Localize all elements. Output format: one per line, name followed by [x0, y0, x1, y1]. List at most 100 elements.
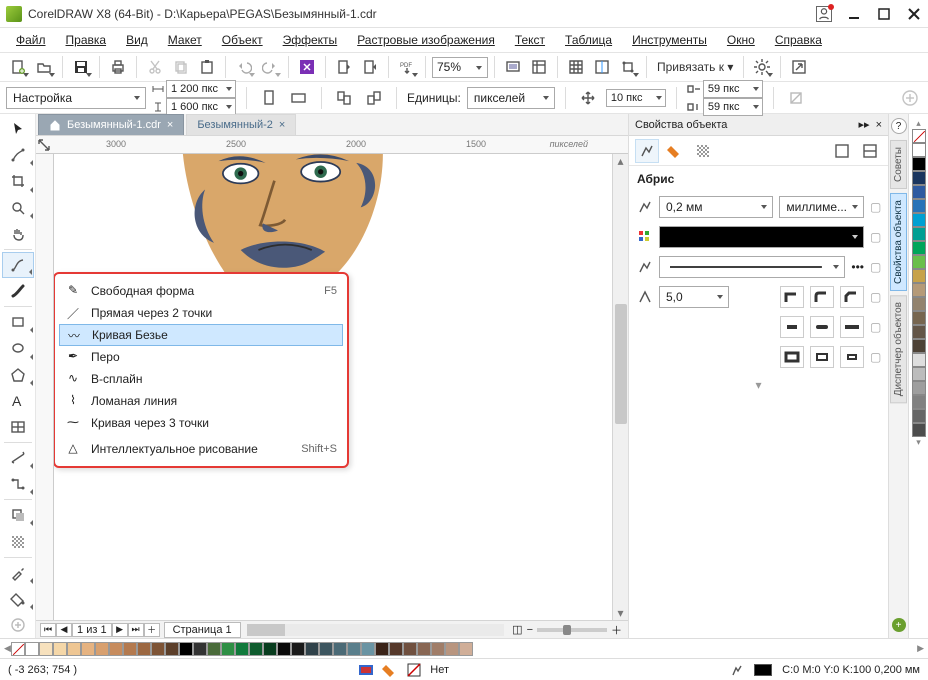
- menu-window[interactable]: Окно: [719, 31, 763, 49]
- portrait-button[interactable]: [257, 86, 281, 110]
- menu-help[interactable]: Справка: [767, 31, 830, 49]
- pick-tool[interactable]: [2, 116, 34, 142]
- flyout-pen[interactable]: ✒Перо: [55, 346, 347, 368]
- nudge-input[interactable]: 10 пкс: [606, 89, 666, 107]
- page-preset-select[interactable]: Настройка: [6, 87, 146, 109]
- publish-pdf-button[interactable]: PDF: [395, 55, 419, 79]
- hswatch[interactable]: [389, 642, 403, 656]
- hswatch[interactable]: [375, 642, 389, 656]
- ruler-horizontal[interactable]: 3000 2500 2000 1500 пикселей: [36, 136, 628, 154]
- outline-lock-icon[interactable]: ▢: [870, 200, 880, 214]
- zoom-nav-icon[interactable]: ◫: [512, 623, 522, 636]
- paste-button[interactable]: [195, 55, 219, 79]
- outline-tab-icon[interactable]: [635, 139, 659, 163]
- position-inside-button[interactable]: [840, 346, 864, 368]
- hswatch[interactable]: [81, 642, 95, 656]
- zoom-out-button[interactable]: −: [527, 624, 533, 636]
- dimension-tool[interactable]: [2, 445, 34, 471]
- outline-style-select[interactable]: [659, 256, 845, 278]
- menu-table[interactable]: Таблица: [557, 31, 620, 49]
- corner-miter-button[interactable]: [780, 286, 804, 308]
- tab-doc2[interactable]: Безымянный-2 ×: [186, 114, 296, 135]
- snap-to-dropdown[interactable]: Привязать к ▾: [653, 60, 737, 74]
- menu-layout[interactable]: Макет: [160, 31, 210, 49]
- docker-collapse-button[interactable]: ▸▸: [859, 118, 870, 131]
- ruler-vertical[interactable]: [36, 154, 54, 620]
- outline-settings-button[interactable]: •••: [851, 260, 864, 274]
- help-hint-icon[interactable]: ?: [891, 118, 907, 134]
- launch-button[interactable]: [787, 55, 811, 79]
- menu-text[interactable]: Текст: [507, 31, 553, 49]
- hswatch[interactable]: [67, 642, 81, 656]
- swatch[interactable]: [912, 143, 926, 157]
- artistic-media-tool[interactable]: [2, 278, 34, 304]
- zoom-in-button[interactable]: ＋: [611, 622, 622, 638]
- hswatch[interactable]: [95, 642, 109, 656]
- ellipse-tool[interactable]: [2, 335, 34, 361]
- connector-tool[interactable]: [2, 471, 34, 497]
- ruler-origin-icon[interactable]: [36, 137, 52, 153]
- swatch[interactable]: [912, 381, 926, 395]
- print-button[interactable]: [106, 55, 130, 79]
- swatch[interactable]: [912, 283, 926, 297]
- import-button[interactable]: [332, 55, 356, 79]
- hscroll-thumb[interactable]: [247, 624, 285, 636]
- hswatch[interactable]: [459, 642, 473, 656]
- pan-tool[interactable]: [2, 221, 34, 247]
- hswatch[interactable]: [333, 642, 347, 656]
- cap-round-button[interactable]: [810, 316, 834, 338]
- canvas[interactable]: ✎Свободная формаF5 ／Прямая через 2 точки…: [54, 154, 628, 620]
- swatch[interactable]: [912, 311, 926, 325]
- corner-bevel-button[interactable]: [840, 286, 864, 308]
- swatch[interactable]: [912, 227, 926, 241]
- swatch[interactable]: [912, 255, 926, 269]
- page-prev-button[interactable]: ◀: [56, 623, 72, 637]
- add-docker-icon[interactable]: +: [892, 618, 906, 632]
- page-last-button[interactable]: ⏭: [128, 623, 144, 637]
- outline-units-select[interactable]: миллиме...: [779, 196, 864, 218]
- text-tool[interactable]: A: [2, 388, 34, 414]
- account-icon[interactable]: [816, 6, 832, 22]
- hswatch[interactable]: [39, 642, 53, 656]
- position-outside-button[interactable]: [780, 346, 804, 368]
- swatch[interactable]: [912, 269, 926, 283]
- guides-button[interactable]: [590, 55, 614, 79]
- status-proof-icon[interactable]: [358, 663, 374, 677]
- hswatch[interactable]: [193, 642, 207, 656]
- drop-shadow-tool[interactable]: [2, 502, 34, 528]
- docker-mode2-icon[interactable]: [858, 139, 882, 163]
- landscape-button[interactable]: [287, 86, 311, 110]
- color-palette-horizontal[interactable]: ◀ ▶: [0, 638, 928, 658]
- hswatch[interactable]: [137, 642, 151, 656]
- crop-tool[interactable]: [2, 168, 34, 194]
- zoom-tool[interactable]: [2, 195, 34, 221]
- treat-as-filled-button[interactable]: [784, 86, 808, 110]
- hswatch[interactable]: [123, 642, 137, 656]
- copy-button[interactable]: [169, 55, 193, 79]
- swatch[interactable]: [912, 353, 926, 367]
- corner-round-button[interactable]: [810, 286, 834, 308]
- cut-button[interactable]: [143, 55, 167, 79]
- horizontal-scrollbar[interactable]: [247, 624, 505, 636]
- undo-button[interactable]: [232, 55, 256, 79]
- flyout-smart-drawing[interactable]: △Интеллектуальное рисованиеShift+S: [55, 438, 347, 460]
- swatch[interactable]: [912, 297, 926, 311]
- curve-tool[interactable]: [2, 252, 34, 278]
- hswatch[interactable]: [319, 642, 333, 656]
- hswatch[interactable]: [165, 642, 179, 656]
- polygon-tool[interactable]: [2, 362, 34, 388]
- dup-y-input[interactable]: 59 пкс: [703, 98, 763, 116]
- grid-button[interactable]: [564, 55, 588, 79]
- fill-tab-icon[interactable]: [663, 139, 687, 163]
- swatch[interactable]: [912, 339, 926, 353]
- cap-butt-button[interactable]: [780, 316, 804, 338]
- options-button[interactable]: [750, 55, 774, 79]
- outline-color-lock-icon[interactable]: ▢: [870, 230, 880, 244]
- swatch[interactable]: [912, 423, 926, 437]
- hswatch[interactable]: [179, 642, 193, 656]
- hswatch-none[interactable]: [11, 642, 25, 656]
- cap-square-button[interactable]: [840, 316, 864, 338]
- hswatch[interactable]: [277, 642, 291, 656]
- hswatch[interactable]: [263, 642, 277, 656]
- save-button[interactable]: [69, 55, 93, 79]
